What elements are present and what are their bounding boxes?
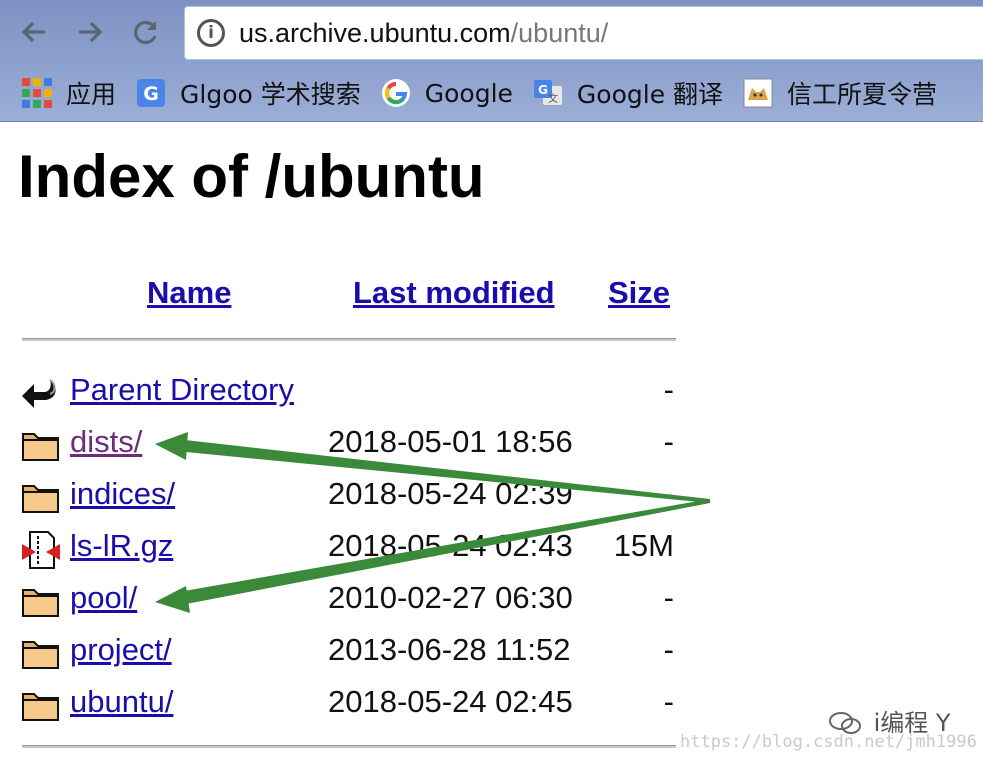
- entry-link[interactable]: indices/: [70, 476, 175, 512]
- entry-link[interactable]: Parent Directory: [70, 372, 294, 408]
- table-row: pool/ 2010-02-27 06:30 -: [0, 574, 983, 626]
- table-row: ls-lR.gz 2018-05-24 02:43 15M: [0, 522, 983, 574]
- entry-size: -: [664, 372, 674, 408]
- bookmark-camp[interactable]: 信工所夏令营: [743, 75, 937, 111]
- entry-link[interactable]: pool/: [70, 580, 137, 616]
- column-header-last-modified[interactable]: Last modified: [353, 275, 555, 311]
- table-row: dists/ 2018-05-01 18:56 -: [0, 418, 983, 470]
- entry-size: -: [664, 684, 674, 720]
- entry-date: 2018-05-24 02:43: [328, 528, 573, 564]
- back-button[interactable]: [12, 10, 56, 54]
- bookmark-google[interactable]: Google: [381, 78, 513, 108]
- bookmarks-bar: 应用 G Glgoo 学术搜索 Google: [0, 70, 983, 116]
- divider-top: [22, 338, 676, 341]
- address-bar[interactable]: i us.archive.ubuntu.com/ubuntu/: [184, 6, 983, 60]
- entry-link[interactable]: ubuntu/: [70, 684, 173, 720]
- entry-link[interactable]: dists/: [70, 424, 142, 460]
- apps-grid-icon: [22, 78, 52, 108]
- entry-size: -: [664, 476, 674, 512]
- url-host: us.archive.ubuntu.com: [239, 18, 511, 48]
- reload-button[interactable]: [124, 10, 168, 54]
- url-path: /ubuntu/: [511, 18, 609, 48]
- forward-button[interactable]: [68, 10, 112, 54]
- folder-icon: [20, 426, 62, 466]
- folder-icon: [20, 582, 62, 622]
- entry-date: 2013-06-28 11:52: [328, 632, 570, 668]
- bookmark-glgoo[interactable]: G Glgoo 学术搜索: [136, 75, 361, 111]
- bookmark-google-translate[interactable]: G 文 Google 翻译: [533, 75, 723, 111]
- divider-bottom: [22, 745, 676, 748]
- glgoo-icon: G: [136, 78, 166, 108]
- bookmark-label: Google: [425, 79, 513, 108]
- entry-size: -: [664, 580, 674, 616]
- page-title: Index of /ubuntu: [18, 142, 485, 211]
- bookmark-label: 信工所夏令营: [787, 75, 937, 111]
- entry-link[interactable]: project/: [70, 632, 172, 668]
- compressed-file-icon: [20, 530, 62, 570]
- entry-size: -: [664, 632, 674, 668]
- svg-text:G: G: [143, 83, 159, 105]
- table-row: Parent Directory -: [0, 366, 983, 418]
- svg-text:文: 文: [548, 92, 558, 105]
- bookmark-label: Glgoo 学术搜索: [180, 75, 361, 111]
- folder-icon: [20, 686, 62, 726]
- bookmark-apps[interactable]: 应用: [22, 75, 116, 111]
- column-header-name[interactable]: Name: [147, 275, 231, 311]
- entry-link[interactable]: ls-lR.gz: [70, 528, 173, 564]
- folder-icon: [20, 478, 62, 518]
- table-row: project/ 2013-06-28 11:52 -: [0, 626, 983, 678]
- google-translate-icon: G 文: [533, 78, 563, 108]
- table-row: indices/ 2018-05-24 02:39 -: [0, 470, 983, 522]
- entry-date: 2010-02-27 06:30: [328, 580, 573, 616]
- entry-size: 15M: [614, 528, 674, 564]
- svg-text:G: G: [538, 83, 548, 97]
- tomcat-icon: [743, 78, 773, 108]
- site-info-icon[interactable]: i: [197, 19, 225, 47]
- entry-size: -: [664, 424, 674, 460]
- bookmark-label: Google 翻译: [577, 75, 723, 111]
- reload-icon: [131, 17, 161, 47]
- watermark-url: https://blog.csdn.net/jmh1996: [680, 732, 977, 752]
- entry-date: 2018-05-24 02:45: [328, 684, 573, 720]
- back-arrow-nav-icon: [19, 17, 49, 47]
- bookmark-label: 应用: [66, 75, 116, 111]
- entry-date: 2018-05-24 02:39: [328, 476, 573, 512]
- folder-icon: [20, 634, 62, 674]
- browser-toolbar: i us.archive.ubuntu.com/ubuntu/ 应用 G: [0, 0, 983, 122]
- google-icon: [381, 78, 411, 108]
- forward-arrow-icon: [75, 17, 105, 47]
- back-arrow-icon: [20, 374, 62, 414]
- url-text[interactable]: us.archive.ubuntu.com/ubuntu/: [239, 18, 608, 49]
- column-header-size[interactable]: Size: [608, 275, 670, 311]
- entry-date: 2018-05-01 18:56: [328, 424, 573, 460]
